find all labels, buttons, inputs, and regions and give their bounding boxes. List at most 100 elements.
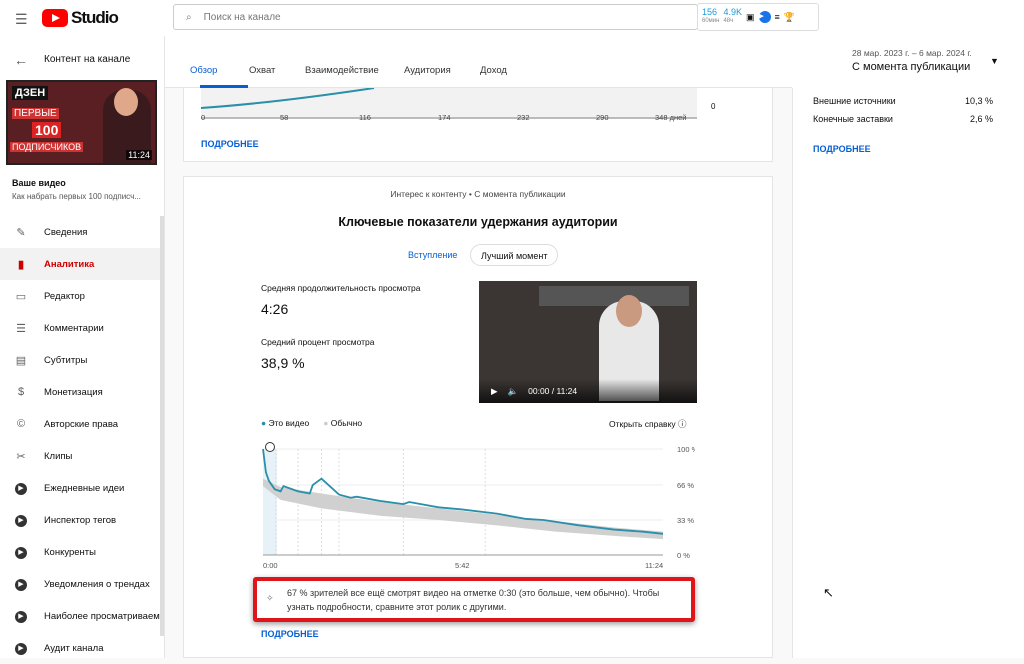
sidebar-item[interactable]: ▶ Наиболее просматриваем [0,600,160,632]
pill-best-moment[interactable]: Лучший момент [470,244,559,266]
date-range-selector[interactable]: 28 мар. 2023 г. – 6 мар. 2024 г. С момен… [792,36,1024,88]
camera-icon[interactable]: ▣ [746,12,755,23]
studio-logo[interactable]: Studio [42,8,119,28]
video-player[interactable]: ▶ 🔈 00:00 / 11:24 [479,281,697,403]
sidebar-item-label: Уведомления о трендах [44,578,150,590]
search-input[interactable]: ⌕ Поиск на канале [173,4,698,30]
traffic-row: Внешние источники 10,3 % [813,96,993,106]
sidebar-item[interactable]: ▮ Аналитика [0,248,160,280]
logo-text: Studio [71,8,119,27]
legend-label: Это видео [268,418,310,428]
ext-value-1: 156 [702,7,718,17]
insight-text: 67 % зрителей все ещё смотрят видео на о… [287,588,660,612]
sidebar-item-label: Комментарии [44,322,104,334]
y-tick-label: 66 % [677,481,694,490]
list-icon[interactable]: ≡ [775,12,780,22]
retention-title: Ключевые показатели удержания аудитории [338,215,618,229]
vidiq-icon[interactable]: ▶ [758,11,771,23]
extension-icon: ▶ [14,481,28,495]
sidebar-item[interactable]: ▶ Конкуренты [0,536,160,568]
y-tick-label: 33 % [677,516,694,525]
sidebar-item[interactable]: ▶ Ежедневные идеи [0,472,160,504]
retention-chart: 100 % 66 % 33 % 0 % 0:00 5:42 11:24 [262,442,695,570]
extension-widget[interactable]: 156 60мин 4.9K 48ч ▣ ▶ ≡ 🏆 [697,3,819,31]
retention-subtitle: Интерес к контенту • С момента публикаци… [390,189,566,199]
tab-reach[interactable]: Охват [249,65,275,76]
help-link[interactable]: Открыть справку ⓘ [609,418,687,430]
sidebar-item[interactable]: ▶ Аудит канала [0,632,160,664]
sidebar-item[interactable]: ▶ Уведомления о трендах [0,568,160,600]
sidebar-item[interactable]: ▤ Субтитры [0,344,160,376]
ext-sub-1: 60мин [702,18,720,24]
avg-percent-value: 38,9 % [261,355,305,371]
top-chart-x-tick: 348 дней [655,113,687,122]
top-bar: ☰ Studio ⌕ Поиск на канале 156 60мин 4.9K 4… [0,0,1024,36]
nav-icon: © [16,418,26,430]
date-range: 28 мар. 2023 г. – 6 мар. 2024 г. [852,48,972,58]
right-more-link[interactable]: ПОДРОБНЕЕ [813,144,871,154]
back-label[interactable]: Контент на канале [44,54,130,65]
legend-this-video: ● Это видео [261,418,310,428]
sidebar-item-label: Ежедневные идеи [44,482,125,494]
mouse-cursor-icon: ↖ [823,585,834,600]
x-tick-label: 0:00 [263,561,278,570]
sidebar-item-label: Сведения [44,226,88,238]
player-controls: ▶ 🔈 00:00 / 11:24 [479,379,697,403]
right-panel: Внешние источники 10,3 % Конечные заставк… [792,88,1024,658]
thumb-brand: ДЗЕН [12,86,49,100]
row-value: 10,3 % [964,96,993,106]
info-icon [265,442,275,452]
sidebar-item[interactable]: ✎ Сведения [0,216,160,248]
tab-revenue[interactable]: Доход [480,65,507,76]
row-label: Внешние источники [813,96,896,106]
dropdown-arrow-icon: ▼ [990,56,999,66]
volume-icon[interactable]: 🔈 [508,386,519,397]
traffic-row: Конечные заставки 2,6 % [813,114,993,124]
sidebar-item[interactable]: ▶ Инспектор тегов [0,504,160,536]
insight-box: ✧ 67 % зрителей все ещё смотрят видео на… [253,577,695,622]
extension-icon: ▶ [14,641,28,655]
sidebar-scrollbar[interactable] [160,216,164,636]
video-thumbnail[interactable]: ДЗЕН ПЕРВЫЕ 100 ПОДПИСЧИКОВ 11:24 [6,80,157,165]
thumb-line1: ПЕРВЫЕ [12,108,59,119]
row-value: 2,6 % [969,114,993,124]
extension-icon: ▶ [14,577,28,591]
tab-audience[interactable]: Аудитория [404,65,451,76]
sidebar-item-label: Аналитика [44,258,95,270]
sidebar-item-label: Клипы [44,450,73,462]
sparkle-icon: ✧ [266,593,274,603]
top-chart-x-tick: 0 [201,113,206,122]
x-tick-label: 5:42 [455,561,470,570]
sidebar-item-label: Конкуренты [44,546,96,558]
menu-icon[interactable]: ☰ [15,11,28,28]
top-chart-x-tick: 116 [359,113,371,122]
period-label: С момента публикации [852,61,971,73]
sidebar-item[interactable]: $ Монетизация [0,376,160,408]
tab-engagement[interactable]: Взаимодействие [305,65,379,76]
top-chart-more-link[interactable]: ПОДРОБНЕЕ [201,139,259,149]
sidebar-item-label: Авторские права [44,418,119,430]
pill-intro[interactable]: Вступление [398,244,468,266]
avg-duration-value: 4:26 [261,301,289,317]
back-arrow-icon[interactable]: ← [14,52,28,68]
thumbnail-face [114,88,138,116]
sidebar-item-label: Наиболее просматриваем [44,610,160,622]
top-chart [200,88,697,119]
traffic-sources: Внешние источники 10,3 % Конечные заставк… [813,96,993,124]
retention-more-link[interactable]: ПОДРОБНЕЕ [261,629,319,639]
sidebar-item[interactable]: ☰ Комментарии [0,312,160,344]
sidebar-item-label: Аудит канала [44,642,104,654]
nav-icon: ▤ [15,354,27,367]
play-icon[interactable]: ▶ [491,386,498,397]
sidebar-item[interactable]: ▭ Редактор [0,280,160,312]
nav-icon: ▭ [15,290,27,303]
notification-icon[interactable]: 🏆 [784,12,795,23]
thumb-line3: ПОДПИСЧИКОВ [10,142,84,152]
ext-sub-2: 48ч [723,18,734,24]
sidebar-item[interactable]: © Авторские права [0,408,160,440]
sidebar-item[interactable]: ✂ Клипы [0,440,160,472]
y-tick-label: 0 % [677,551,690,560]
sidebar-item-label: Субтитры [44,354,88,366]
tab-overview[interactable]: Обзор [190,65,217,76]
video-title: Как набрать первых 100 подписч... [12,192,141,201]
